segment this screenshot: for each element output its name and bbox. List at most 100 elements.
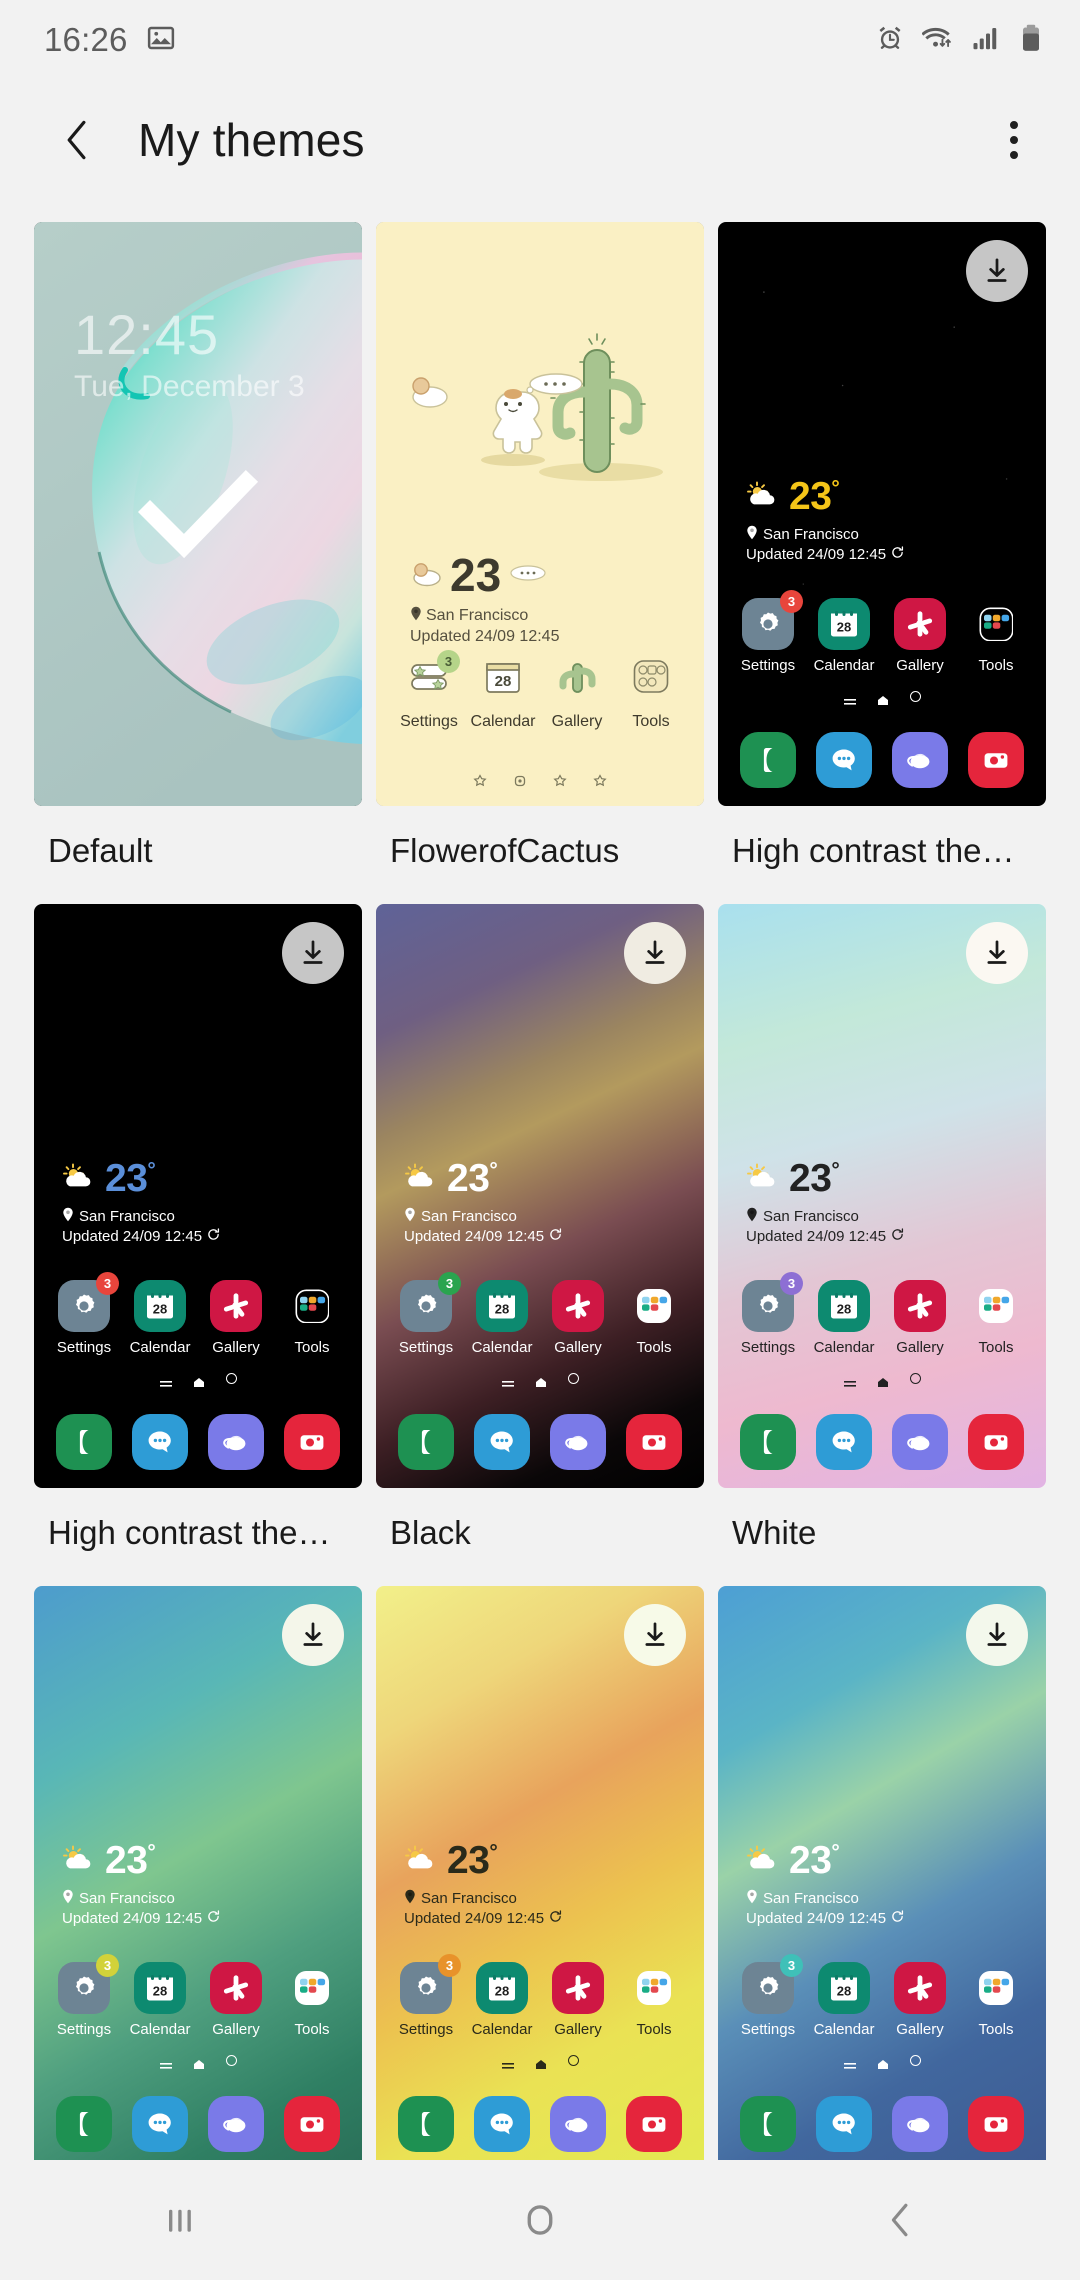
theme-thumbnail[interactable]: 23 San Francisco Updated 24/09 12:45 3 Setti… [376,222,704,806]
app-tools[interactable]: Tools [965,1280,1027,1356]
app-gallery[interactable]: Gallery [889,1962,951,2038]
app-calendar[interactable]: 28 Calendar [813,1962,875,2038]
phone-icon[interactable] [56,2096,112,2152]
location-pin-icon [62,1889,74,1908]
app-settings[interactable]: 3 Settings [737,590,803,674]
download-icon[interactable] [966,240,1028,302]
phone-icon[interactable] [56,1414,112,1470]
app-tools[interactable]: Tools [281,1280,343,1356]
app-calendar[interactable]: 28 Calendar [470,654,536,731]
app-calendar[interactable]: 28 Calendar [129,1280,191,1356]
internet-icon[interactable] [892,2096,948,2152]
app-tools[interactable]: Tools [281,1962,343,2038]
internet-icon[interactable] [550,1414,606,1470]
messages-icon[interactable] [132,1414,188,1470]
download-icon[interactable] [282,1604,344,1666]
app-tools[interactable]: Tools [623,1962,685,2038]
app-settings[interactable]: 3 Settings [737,1954,803,2038]
app-calendar[interactable]: 28 Calendar [813,598,875,674]
app-calendar[interactable]: 28 Calendar [471,1280,533,1356]
theme-cell[interactable]: 23 San Francisco Updated 24/09 12:45 3 Setti… [376,222,704,904]
recents-icon[interactable] [120,2160,240,2280]
app-calendar[interactable]: 28 Calendar [129,1962,191,2038]
app-tools[interactable]: Tools [965,1962,1027,2038]
camera-icon[interactable] [626,1414,682,1470]
app-settings[interactable]: 3 Settings [396,650,462,731]
camera-icon[interactable] [284,1414,340,1470]
theme-cell[interactable]: 12:45 Tue, December 3 Default [34,222,362,904]
internet-icon[interactable] [892,732,948,788]
theme-cell[interactable]: 23° San Francisco Updated 24/09 12:45 3 Sett… [376,904,704,1586]
camera-icon[interactable] [968,1414,1024,1470]
app-gallery[interactable]: Gallery [547,1280,609,1356]
app-gallery[interactable]: Gallery [889,1280,951,1356]
download-icon[interactable] [282,922,344,984]
theme-cell[interactable]: 23° San Francisco Updated 24/09 12:45 3 Sett… [718,904,1046,1586]
menu-dot [1010,151,1018,159]
home-icon[interactable] [480,2160,600,2280]
theme-thumbnail[interactable]: 23° San Francisco Updated 24/09 12:45 3 Sett… [34,1586,362,2170]
app-gallery[interactable]: Gallery [889,598,951,674]
app-settings[interactable]: 3 Settings [737,1272,803,1356]
messages-icon[interactable] [474,1414,530,1470]
app-tools[interactable]: Tools [618,654,684,731]
messages-icon[interactable] [474,2096,530,2152]
phone-icon[interactable] [740,2096,796,2152]
app-settings[interactable]: 3 Settings [395,1272,461,1356]
messages-icon[interactable] [816,732,872,788]
app-gallery[interactable]: Gallery [544,654,610,731]
app-tools[interactable]: Tools [623,1280,685,1356]
page-dot-list-icon [501,1375,514,1387]
internet-icon[interactable] [892,1414,948,1470]
theme-thumbnail[interactable]: 23° San Francisco Updated 24/09 12:45 3 Sett… [718,222,1046,806]
phone-icon[interactable] [398,2096,454,2152]
app-calendar[interactable]: 28 Calendar [813,1280,875,1356]
theme-label: High contrast the… [48,1514,331,1551]
theme-cell[interactable]: 23° San Francisco Updated 24/09 12:45 3 Sett… [34,1586,362,2230]
app-gallery[interactable]: Gallery [205,1962,267,2038]
back-icon[interactable] [840,2160,960,2280]
theme-thumbnail[interactable]: 23° San Francisco Updated 24/09 12:45 3 Sett… [718,1586,1046,2170]
app-calendar[interactable]: 28 Calendar [471,1962,533,2038]
app-gallery[interactable]: Gallery [205,1280,267,1356]
download-icon[interactable] [966,922,1028,984]
messages-icon[interactable] [132,2096,188,2152]
internet-icon[interactable] [208,2096,264,2152]
theme-thumbnail[interactable]: 12:45 Tue, December 3 [34,222,362,806]
camera-icon[interactable] [284,2096,340,2152]
theme-cell[interactable]: 23° San Francisco Updated 24/09 12:45 3 Sett… [34,904,362,1586]
folder-icon [970,598,1022,650]
weather-location: San Francisco [62,1207,220,1226]
app-label: Tools [978,657,1014,674]
app-settings[interactable]: 3 Settings [395,1954,461,2038]
app-settings[interactable]: 3 Settings [53,1272,119,1356]
theme-thumbnail[interactable]: 23° San Francisco Updated 24/09 12:45 3 Sett… [34,904,362,1488]
phone-icon[interactable] [398,1414,454,1470]
messages-icon[interactable] [816,2096,872,2152]
weather-widget: 23° San Francisco Updated 24/09 12:45 [746,477,904,563]
camera-icon[interactable] [626,2096,682,2152]
app-tools[interactable]: Tools [965,598,1027,674]
theme-cell[interactable]: 23° San Francisco Updated 24/09 12:45 3 Sett… [376,1586,704,2230]
camera-icon[interactable] [968,732,1024,788]
camera-icon[interactable] [968,2096,1024,2152]
app-settings[interactable]: 3 Settings [53,1954,119,2038]
app-gallery[interactable]: Gallery [547,1962,609,2038]
theme-thumbnail[interactable]: 23° San Francisco Updated 24/09 12:45 3 Sett… [718,904,1046,1488]
theme-cell[interactable]: 23° San Francisco Updated 24/09 12:45 3 Sett… [718,1586,1046,2230]
theme-thumbnail[interactable]: 23° San Francisco Updated 24/09 12:45 3 Sett… [376,904,704,1488]
theme-thumbnail[interactable]: 23° San Francisco Updated 24/09 12:45 3 Sett… [376,1586,704,2170]
download-icon[interactable] [624,1604,686,1666]
download-icon[interactable] [624,922,686,984]
back-chevron-icon[interactable] [52,114,104,166]
app-label: Settings [56,1339,112,1356]
internet-icon[interactable] [208,1414,264,1470]
overflow-menu-icon[interactable] [982,108,1046,172]
internet-icon[interactable] [550,2096,606,2152]
messages-icon[interactable] [816,1414,872,1470]
theme-cell[interactable]: 23° San Francisco Updated 24/09 12:45 3 Sett… [718,222,1046,904]
phone-icon[interactable] [740,732,796,788]
download-icon[interactable] [966,1604,1028,1666]
phone-icon[interactable] [740,1414,796,1470]
page-dot-circle-icon [567,1373,579,1384]
